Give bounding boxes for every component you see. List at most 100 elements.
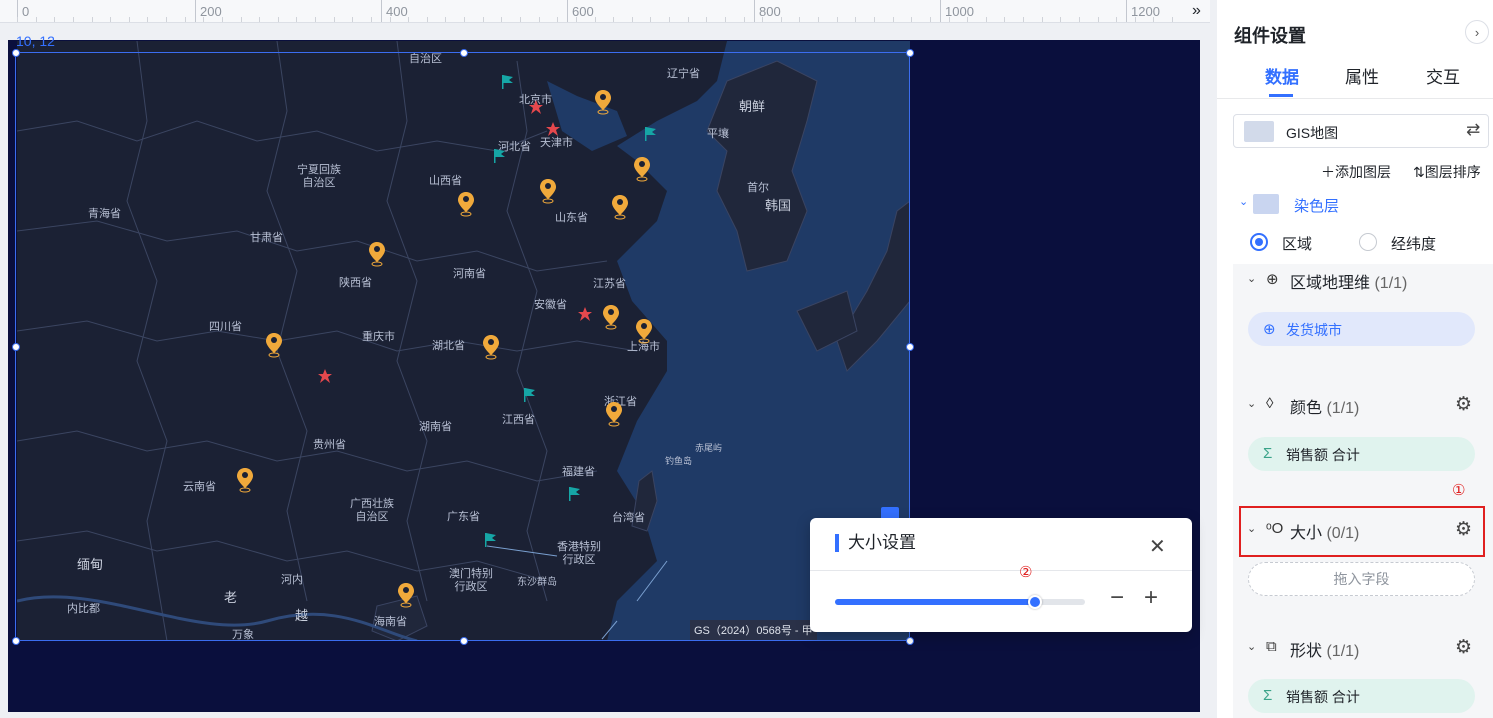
ruler-minor-tick <box>780 17 782 22</box>
ruler-minor-tick <box>892 17 894 22</box>
ruler-minor-tick <box>631 17 633 22</box>
ruler-minor-tick <box>352 17 354 22</box>
section-count: (1/1) <box>1374 275 1408 292</box>
resize-handle[interactable] <box>12 49 20 57</box>
ruler-minor-tick <box>929 17 931 22</box>
field-pill-color[interactable]: Σ 销售额 合计 <box>1248 437 1475 471</box>
layer-thumbnail-icon <box>1253 194 1279 214</box>
resize-handle[interactable] <box>906 637 914 645</box>
ruler-minor-tick <box>315 17 317 22</box>
radio-label: 区域 <box>1282 236 1313 253</box>
ruler-minor-tick <box>221 17 223 22</box>
ruler-minor-tick <box>538 17 540 22</box>
map-markers <box>236 75 656 608</box>
step-marker-1: ① <box>1452 482 1466 499</box>
ruler-minor-tick <box>35 17 37 22</box>
close-icon[interactable]: ✕ <box>1149 534 1166 559</box>
size-slider[interactable] <box>835 595 1085 609</box>
ruler-minor-tick <box>91 17 93 22</box>
add-layer-button[interactable]: ＋添加图层 <box>1321 162 1391 182</box>
ruler-tick: 800 <box>754 0 781 22</box>
gear-icon[interactable]: ⚙ <box>1455 636 1472 659</box>
ruler-minor-tick <box>333 17 335 22</box>
ruler-minor-tick <box>911 17 913 22</box>
ruler-minor-tick <box>724 17 726 22</box>
ruler-tick: 1000 <box>940 0 974 22</box>
swap-icon[interactable]: ⇄ <box>1466 120 1480 140</box>
ruler-minor-tick <box>259 17 261 22</box>
ruler-minor-tick <box>836 17 838 22</box>
ruler-minor-tick <box>408 17 410 22</box>
section-shape[interactable]: ⌄ ⧉ 形状 (1/1) ⚙ <box>1233 636 1493 666</box>
chevron-right-icon[interactable]: › <box>1465 20 1489 44</box>
ruler-minor-tick <box>1172 17 1174 22</box>
ruler-minor-tick <box>855 17 857 22</box>
minus-icon[interactable]: − <box>1110 584 1124 612</box>
section-count: (1/1) <box>1326 400 1360 417</box>
map-copyright: GS（2024）0568号 - 甲 <box>690 620 817 640</box>
ruler-minor-tick <box>1078 17 1080 22</box>
globe-icon: ⊕ <box>1266 271 1279 288</box>
ruler-minor-tick <box>389 17 391 22</box>
sort-layers-button[interactable]: ⇅图层排序 <box>1413 162 1481 182</box>
chevron-down-icon[interactable]: ⌄ <box>1247 640 1256 653</box>
layer-name: 染色层 <box>1294 198 1340 215</box>
ruler-tick: 600 <box>567 0 594 22</box>
ruler-minor-tick <box>557 17 559 22</box>
dataset-name: GIS地图 <box>1286 125 1339 141</box>
sort-icon: ⇅ <box>1413 164 1425 180</box>
section-region[interactable]: ⌄ ⊕ 区域地理维 (1/1) <box>1233 268 1493 298</box>
resize-handle[interactable] <box>906 343 914 351</box>
chevron-down-icon[interactable]: ⌄ <box>1247 272 1256 285</box>
radio-label: 经纬度 <box>1391 236 1437 253</box>
gis-map[interactable]: 自治区 辽宁省 朝鲜 平壤 北京市 天津市 河北省 山西省 宁夏回族自治区 青海… <box>17 41 910 641</box>
resize-handle[interactable] <box>906 49 914 57</box>
tab-properties[interactable]: 属性 <box>1345 63 1379 88</box>
ruler-minor-tick <box>948 17 950 22</box>
slider-knob[interactable] <box>1028 595 1042 609</box>
ruler-minor-tick <box>110 17 112 22</box>
position-readout: 10, 12 <box>16 33 55 49</box>
ruler-minor-tick <box>1097 17 1099 22</box>
ruler-minor-tick <box>72 17 74 22</box>
field-aggregation: 合计 <box>1331 689 1360 705</box>
plus-icon[interactable]: + <box>1144 584 1158 612</box>
ruler-minor-tick <box>762 17 764 22</box>
panel-title: 组件设置 <box>1234 26 1306 46</box>
ruler-minor-tick <box>128 17 130 22</box>
resize-handle[interactable] <box>460 637 468 645</box>
resize-handle[interactable] <box>12 637 20 645</box>
tab-interaction[interactable]: 交互 <box>1426 63 1460 88</box>
resize-handle[interactable] <box>12 343 20 351</box>
globe-icon: ⊕ <box>1263 321 1276 338</box>
ruler-minor-tick <box>296 17 298 22</box>
ruler-minor-tick <box>520 17 521 22</box>
droplet-icon: ◊ <box>1266 395 1274 412</box>
section-title: 区域地理维 <box>1290 275 1371 292</box>
double-chevron-right-icon[interactable]: » <box>1192 2 1201 20</box>
sigma-icon: Σ <box>1263 687 1273 704</box>
ruler-minor-tick <box>650 17 652 22</box>
dataset-selector[interactable]: GIS地图 ⇄ <box>1233 114 1489 148</box>
chevron-down-icon[interactable]: ⌄ <box>1247 397 1256 410</box>
chevron-down-icon[interactable]: ⌄ <box>1239 195 1248 208</box>
horizontal-ruler: 0 200 400 600 800 1000 1200 <box>0 0 1210 23</box>
ruler-minor-tick <box>54 17 56 22</box>
field-pill-region[interactable]: ⊕ 发货城市 <box>1248 312 1475 346</box>
ruler-tick: 1200 <box>1126 0 1160 22</box>
ruler-minor-tick <box>1004 17 1006 22</box>
component-settings-panel: 组件设置 › 数据 属性 交互 GIS地图 ⇄ ＋添加图层 ⇅图层排序 ⌄ 染色… <box>1217 0 1493 718</box>
field-pill-shape[interactable]: Σ 销售额 合计 <box>1248 679 1475 713</box>
ruler-minor-tick <box>799 17 801 22</box>
gear-icon[interactable]: ⚙ <box>1455 393 1472 416</box>
ruler-minor-tick <box>370 17 372 22</box>
field-drop-zone[interactable]: 拖入字段 <box>1248 562 1475 596</box>
tab-data[interactable]: 数据 <box>1265 63 1299 88</box>
resize-handle[interactable] <box>460 49 468 57</box>
section-color[interactable]: ⌄ ◊ 颜色 (1/1) ⚙ <box>1233 393 1493 423</box>
ruler-minor-tick <box>613 17 615 22</box>
ruler-minor-tick <box>240 17 242 22</box>
section-title: 形状 <box>1290 643 1323 660</box>
step-marker-2: ② <box>1019 564 1033 581</box>
ruler-tick: 200 <box>195 0 222 22</box>
